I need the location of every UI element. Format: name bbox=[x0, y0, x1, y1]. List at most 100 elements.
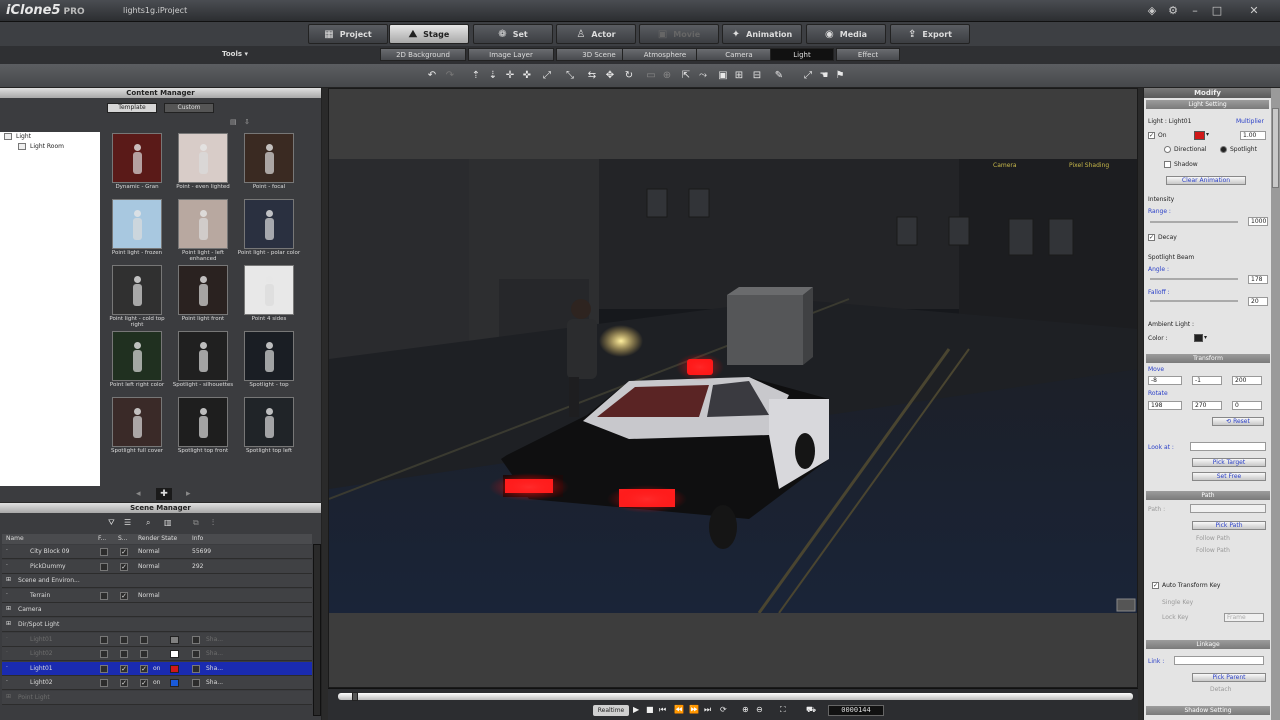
subtab-2d-background[interactable]: 2D Background bbox=[380, 48, 466, 61]
template-thumbnail[interactable]: Point light front bbox=[170, 265, 236, 329]
spotlight-radio[interactable] bbox=[1220, 146, 1227, 153]
set-free-button[interactable]: Set Free bbox=[1192, 472, 1266, 481]
frame-counter[interactable]: 0000144 bbox=[828, 705, 884, 716]
scale-icon[interactable]: ⤢ bbox=[541, 70, 553, 82]
search-icon[interactable]: ⌕ bbox=[146, 518, 150, 528]
template-thumbnail[interactable]: Point 4 sides bbox=[236, 265, 302, 329]
shadow-checkbox[interactable] bbox=[192, 664, 200, 673]
light-on-checkbox[interactable]: ✓ bbox=[140, 664, 148, 673]
rotate-x-input[interactable]: 198 bbox=[1148, 401, 1182, 410]
close-icon[interactable]: ✕ bbox=[1234, 4, 1274, 18]
scroll-thumb[interactable] bbox=[1272, 108, 1279, 188]
camera-label[interactable]: Camera bbox=[993, 162, 1017, 169]
tree-node-light-room[interactable]: Light Room bbox=[0, 142, 100, 152]
camera-rotate-icon[interactable]: ⤳ bbox=[697, 70, 709, 82]
light-color-swatch[interactable] bbox=[170, 679, 179, 688]
chevron-down-icon[interactable]: ▾ bbox=[1204, 334, 1207, 341]
template-thumbnail[interactable]: Point left right color bbox=[104, 331, 170, 395]
tools-menu[interactable]: Tools ▾ bbox=[222, 50, 248, 58]
shadow-checkbox[interactable] bbox=[192, 635, 200, 644]
template-thumbnail[interactable]: Spotlight - top bbox=[236, 331, 302, 395]
zoom-out-icon[interactable]: ⊖ bbox=[756, 705, 763, 714]
table-row[interactable]: · PickDummy ✓ Normal 292 bbox=[2, 559, 312, 574]
template-thumbnail[interactable]: Point light - frozen bbox=[104, 199, 170, 263]
view-switch-icon[interactable] bbox=[1116, 598, 1136, 612]
light-on-checkbox[interactable] bbox=[140, 635, 148, 644]
show-checkbox[interactable]: ✓ bbox=[120, 679, 128, 688]
light-color-swatch[interactable] bbox=[170, 664, 179, 673]
play-icon[interactable]: ▶ bbox=[633, 705, 639, 714]
table-row[interactable]: · Light01 Sha... bbox=[2, 632, 312, 647]
hierarchy-icon[interactable]: ⫶ bbox=[212, 518, 214, 528]
col-render-state[interactable]: Render State bbox=[138, 535, 177, 542]
first-frame-icon[interactable]: ⏮ bbox=[659, 705, 666, 715]
move-x-input[interactable]: -8 bbox=[1148, 376, 1182, 385]
shadow-checkbox[interactable] bbox=[192, 679, 200, 688]
camera-icon[interactable]: ⛟ bbox=[806, 705, 816, 715]
freeze-checkbox[interactable] bbox=[100, 679, 108, 688]
move-z-input[interactable]: 200 bbox=[1232, 376, 1262, 385]
light-color-swatch[interactable] bbox=[1194, 131, 1205, 140]
pick-path-button[interactable]: Pick Path bbox=[1192, 521, 1266, 530]
table-row[interactable]: ⊞ Scene and Environ... bbox=[2, 574, 312, 589]
record-icon[interactable]: ⛶ bbox=[780, 705, 786, 715]
falloff-slider[interactable] bbox=[1150, 300, 1238, 302]
loop-icon[interactable]: ⟳ bbox=[720, 705, 727, 714]
tab-set[interactable]: ❁ Set bbox=[473, 24, 553, 44]
angle-slider[interactable] bbox=[1150, 278, 1238, 280]
minimize-icon[interactable]: – bbox=[1188, 4, 1202, 18]
clear-animation-button[interactable]: Clear Animation bbox=[1166, 176, 1246, 185]
hand-icon[interactable]: ☚ bbox=[818, 70, 830, 82]
table-row[interactable]: ⊞ Point Light bbox=[2, 691, 312, 705]
scene-render[interactable] bbox=[329, 159, 1138, 613]
directional-radio[interactable] bbox=[1164, 146, 1171, 153]
col-name[interactable]: Name bbox=[6, 535, 24, 542]
tab-template[interactable]: Template bbox=[107, 103, 157, 113]
expand-icon[interactable]: ⊞ bbox=[6, 605, 11, 612]
settings-icon[interactable]: ⚙ bbox=[1166, 4, 1180, 18]
show-checkbox[interactable]: ✓ bbox=[120, 591, 128, 600]
prev-icon[interactable]: ◂ bbox=[136, 489, 141, 499]
tree-node-light[interactable]: Light bbox=[0, 132, 100, 142]
section-transform[interactable]: Transform bbox=[1146, 354, 1270, 363]
reset-button[interactable]: ⟲ Reset bbox=[1212, 417, 1264, 426]
freeze-checkbox[interactable] bbox=[100, 562, 108, 571]
show-checkbox[interactable]: ✓ bbox=[120, 664, 128, 673]
decay-checkbox[interactable]: ✓ bbox=[1148, 234, 1155, 241]
redo-icon[interactable]: ↷ bbox=[444, 70, 456, 82]
tab-export[interactable]: ⇪ Export bbox=[890, 24, 970, 44]
fit-icon[interactable]: ⤡ bbox=[564, 70, 576, 82]
tab-custom[interactable]: Custom bbox=[164, 103, 214, 113]
table-row[interactable]: · City Block 09 ✓ Normal 55699 bbox=[2, 545, 312, 559]
light-on-checkbox[interactable]: ✓ bbox=[140, 679, 148, 688]
orbit-icon[interactable]: ↻ bbox=[623, 70, 635, 82]
falloff-input[interactable]: 20 bbox=[1248, 297, 1268, 306]
move-y-input[interactable]: -1 bbox=[1192, 376, 1222, 385]
freeze-checkbox[interactable] bbox=[100, 664, 108, 673]
light-color-swatch[interactable] bbox=[170, 635, 179, 644]
view-icon[interactable]: ▤ bbox=[230, 118, 237, 126]
col-info[interactable]: Info bbox=[192, 535, 203, 542]
rotate-icon[interactable]: ✜ bbox=[521, 70, 533, 82]
rotate-y-input[interactable]: 270 bbox=[1192, 401, 1222, 410]
move-icon[interactable]: ✛ bbox=[504, 70, 516, 82]
multiplier-input[interactable]: 1.00 bbox=[1240, 131, 1266, 140]
move-down-icon[interactable]: ⇣ bbox=[487, 70, 499, 82]
table-row[interactable]: · Light02 Sha... bbox=[2, 647, 312, 662]
tab-project[interactable]: ▦ Project bbox=[308, 24, 388, 44]
next-frame-icon[interactable]: ⏩ bbox=[689, 705, 699, 714]
group-icon[interactable]: ⧉ bbox=[193, 518, 199, 528]
chevron-down-icon[interactable]: ▾ bbox=[1206, 131, 1209, 138]
show-checkbox[interactable]: ✓ bbox=[120, 548, 128, 556]
freeze-checkbox[interactable] bbox=[100, 591, 108, 600]
on-checkbox[interactable]: ✓ bbox=[1148, 132, 1155, 139]
tab-animation[interactable]: ✦ Animation bbox=[722, 24, 802, 44]
last-frame-icon[interactable]: ⏭ bbox=[704, 705, 711, 715]
auto-transform-checkbox[interactable]: ✓ bbox=[1152, 582, 1159, 589]
tab-media[interactable]: ◉ Media bbox=[806, 24, 886, 44]
maximize-icon[interactable]: □ bbox=[1210, 4, 1224, 18]
look-at-input[interactable] bbox=[1190, 442, 1266, 451]
col-f[interactable]: F... bbox=[98, 535, 106, 542]
link-icon[interactable]: ⤢ bbox=[802, 70, 814, 82]
stop-icon[interactable]: ■ bbox=[646, 705, 654, 714]
